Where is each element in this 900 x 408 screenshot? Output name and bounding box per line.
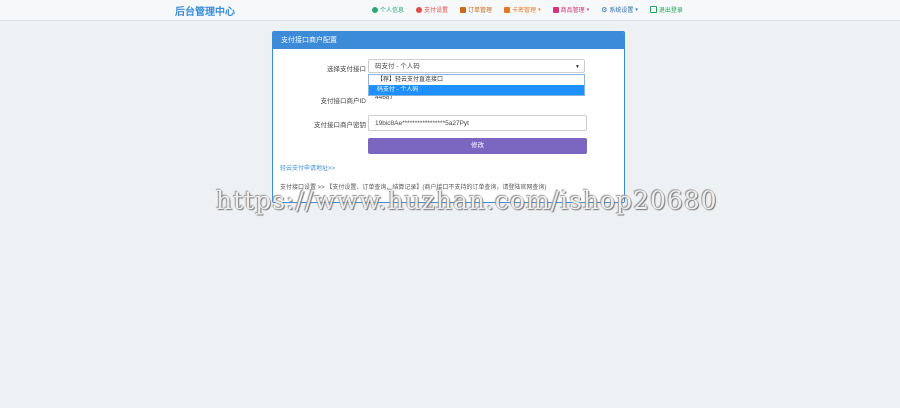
nav-item-logout[interactable]: 退出登录 [649,5,683,14]
merchant-id-label: 支付接口商户ID [320,98,367,105]
payment-config-panel: 支付接口商户配置 选择支付接口 码支付 - 个人码 ▼ 【荐】轻云支付直连接口 … [272,31,625,203]
dropdown-arrow-icon: ▼ [575,64,580,70]
select-dropdown-list: 【荐】轻云支付直连接口 码支付 - 个人码 [368,74,585,96]
list-icon [460,6,467,13]
apply-link[interactable]: 轻云支付申请地址>> [280,163,335,172]
nav-label: 订单管理 [468,8,493,14]
nav-item-payment[interactable]: 支付设置 [416,5,448,14]
caret-down-icon: ▾ [586,6,590,13]
user-icon [372,6,378,13]
nav-label: 支付设置 [424,8,449,14]
nav-label: 系统设置 [609,8,634,14]
merchant-key-label: 支付接口商户密钥 [314,122,366,129]
card-icon [504,6,511,13]
nav-item-orders[interactable]: 订单管理 [460,5,492,14]
nav-item-products[interactable]: 商品管理 ▾ [552,5,590,14]
main-nav: 个人信息 支付设置 订单管理 卡密管理 ▾ 商品管理 ▾ ⚙ 系统设置 ▾ 退出… [372,5,683,14]
cloud-icon [416,6,423,13]
top-navbar: 后台管理中心 个人信息 支付设置 订单管理 卡密管理 ▾ 商品管理 ▾ ⚙ 系统… [0,0,900,21]
select-label: 选择支付接口 [327,66,366,73]
payment-interface-select[interactable]: 码支付 - 个人码 ▼ [368,59,585,73]
select-value: 码支付 - 个人码 [375,63,420,70]
logout-icon [649,6,657,13]
gear-icon: ⚙ [601,6,608,14]
brand-title[interactable]: 后台管理中心 [175,3,235,18]
nav-item-cards[interactable]: 卡密管理 ▾ [504,5,541,14]
nav-label: 个人信息 [380,8,405,14]
panel-title: 支付接口商户配置 [273,32,624,49]
nav-label: 退出登录 [658,8,683,14]
nav-item-profile[interactable]: 个人信息 [372,5,404,14]
dropdown-option[interactable]: 【荐】轻云支付直连接口 [369,75,584,85]
caret-down-icon: ▾ [538,6,541,13]
nav-label: 卡密管理 [512,8,537,14]
nav-item-system[interactable]: ⚙ 系统设置 ▾ [601,5,638,15]
merchant-key-input[interactable]: 19bic8Ae*****************5a27Pyt [368,115,587,131]
nav-label: 商品管理 [560,8,585,14]
submit-button[interactable]: 修改 [368,138,587,154]
dropdown-option-selected[interactable]: 码支付 - 个人码 [369,85,584,95]
caret-down-icon: ▾ [635,6,638,13]
box-icon [552,6,559,13]
watermark: https://www.huzhan.com/ishop20680 [216,186,718,215]
